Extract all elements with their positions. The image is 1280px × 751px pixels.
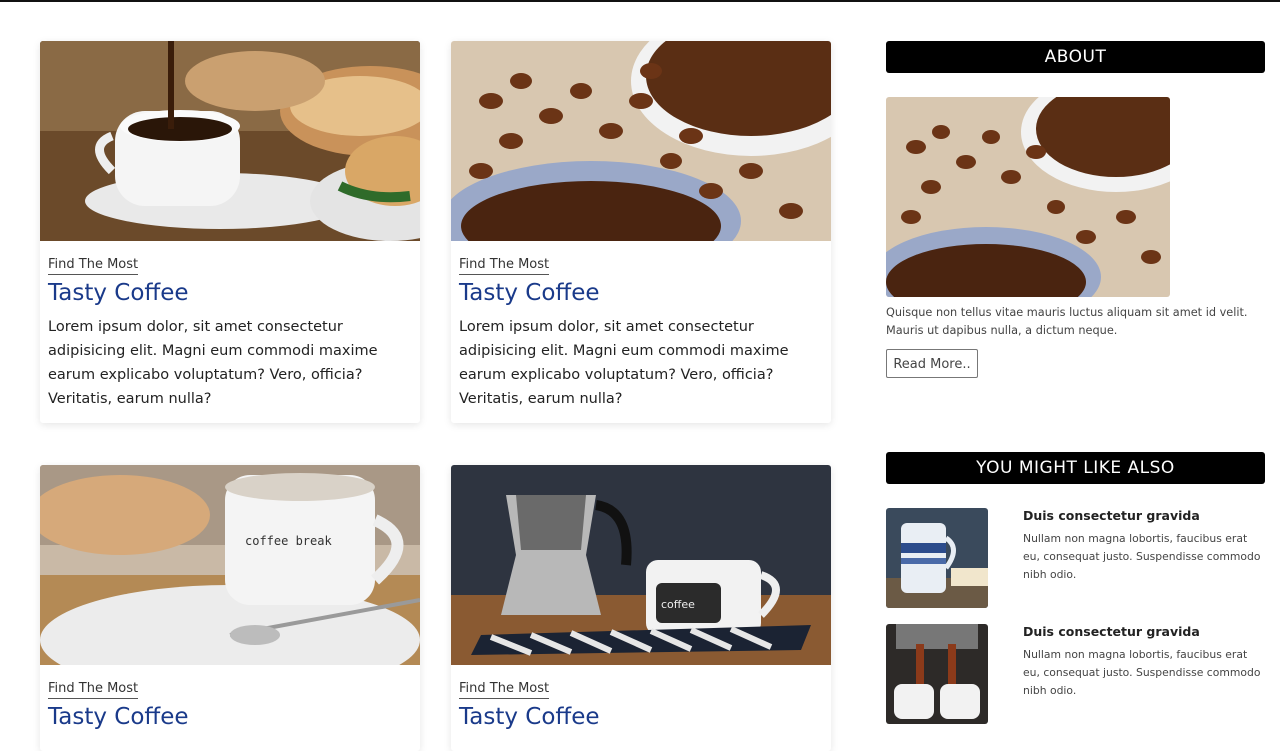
post-title[interactable]: Tasty Coffee	[459, 279, 823, 307]
post-title[interactable]: Tasty Coffee	[48, 279, 412, 307]
beans-art	[451, 41, 831, 241]
related-heading: YOU MIGHT LIKE ALSO	[886, 452, 1265, 484]
post-image-coffee-beans[interactable]	[451, 41, 831, 241]
related-title[interactable]: Duis consectetur gravida	[1023, 508, 1200, 523]
post-title[interactable]: Tasty Coffee	[459, 703, 823, 731]
related-thumb[interactable]	[886, 624, 988, 724]
post-excerpt: Lorem ipsum dolor, sit amet consectetur …	[459, 319, 789, 407]
post-card[interactable]: Find The Most Tasty Coffee Lorem ipsum d…	[451, 41, 831, 423]
read-more-button[interactable]: Read More..	[886, 349, 978, 378]
top-border	[0, 0, 1280, 2]
post-image-coffee-pour[interactable]	[40, 41, 420, 241]
post-card[interactable]: Find The Most Tasty Coffee Lorem ipsum d…	[40, 41, 420, 423]
about-text: Quisque non tellus vitae mauris luctus a…	[886, 306, 1248, 337]
related-item[interactable]: Duis consectetur gravida Nullam non magn…	[886, 508, 1266, 608]
related-text: Nullam non magna lobortis, faucibus erat…	[1023, 648, 1261, 697]
post-kicker: Find The Most	[459, 681, 550, 699]
post-kicker: Find The Most	[48, 257, 139, 275]
post-excerpt: Lorem ipsum dolor, sit amet consectetur …	[48, 319, 378, 407]
post-kicker: Find The Most	[459, 257, 550, 275]
post-card[interactable]: coffee Find The Most Tasty Coffee	[451, 465, 831, 751]
related-thumb[interactable]	[886, 508, 988, 608]
post-title[interactable]: Tasty Coffee	[48, 703, 412, 731]
post-image-coffee-mug[interactable]: coffee break	[40, 465, 420, 665]
post-kicker: Find The Most	[48, 681, 139, 699]
about-heading: ABOUT	[886, 41, 1265, 73]
mug-text: coffee break	[245, 534, 332, 548]
post-image-moka-pot[interactable]: coffee	[451, 465, 831, 665]
related-title[interactable]: Duis consectetur gravida	[1023, 624, 1200, 639]
about-image	[886, 97, 1170, 297]
cup-text: coffee	[661, 598, 695, 611]
related-text: Nullam non magna lobortis, faucibus erat…	[1023, 532, 1261, 581]
related-item[interactable]: Duis consectetur gravida Nullam non magn…	[886, 624, 1266, 724]
post-card[interactable]: coffee break Find The Most Tasty Coffee	[40, 465, 420, 751]
